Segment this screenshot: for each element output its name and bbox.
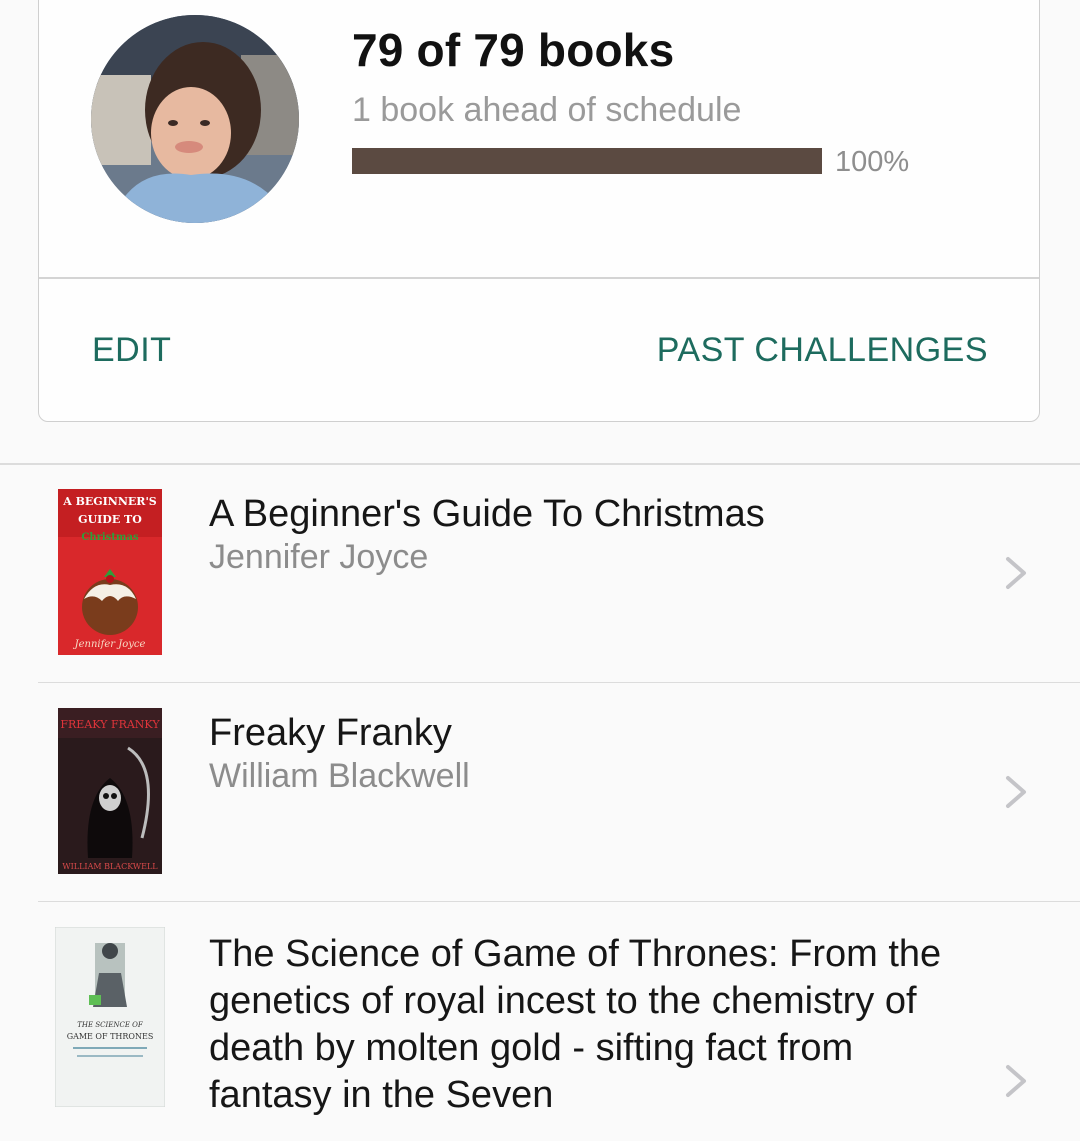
past-challenges-button[interactable]: PAST CHALLENGES xyxy=(657,331,988,370)
progress-bar xyxy=(352,148,822,174)
cover-author: Jennifer Joyce xyxy=(73,639,146,650)
avatar[interactable] xyxy=(91,15,299,223)
chevron-right-icon xyxy=(1002,1061,1030,1101)
book-list-item[interactable]: THE SCIENCE OF GAME OF THRONES The Scien… xyxy=(0,901,1080,1141)
cover-author: WILLIAM BLACKWELL xyxy=(62,862,158,871)
book-title: The Science of Game of Thrones: From the… xyxy=(209,933,942,1116)
chevron-right-icon xyxy=(1002,553,1030,593)
progress-bar-fill xyxy=(352,148,822,174)
cover-title-line-1: THE SCIENCE OF xyxy=(77,1021,144,1029)
book-author: Jennifer Joyce xyxy=(209,538,429,576)
book-list-item[interactable]: FREAKY FRANKY WILLIAM BLACKWELL Freaky F… xyxy=(0,682,1080,902)
cover-title-line-2: GAME OF THRONES xyxy=(67,1032,154,1041)
challenge-progress-count: 79 of 79 books xyxy=(352,24,675,76)
avatar-photo xyxy=(91,15,299,223)
edit-button[interactable]: EDIT xyxy=(92,331,171,370)
book-title: A Beginner's Guide To Christmas xyxy=(209,493,765,535)
card-divider xyxy=(39,277,1039,279)
schedule-status: 1 book ahead of schedule xyxy=(352,91,742,129)
book-list-item[interactable]: A BEGINNER'S GUIDE TO Christmas Jennifer… xyxy=(0,463,1080,683)
book-cover: A BEGINNER'S GUIDE TO Christmas Jennifer… xyxy=(58,489,162,655)
reading-challenge-card: 79 of 79 books 1 book ahead of schedule … xyxy=(38,0,1040,422)
cover-title-line-1: A BEGINNER'S xyxy=(62,495,157,508)
book-cover: THE SCIENCE OF GAME OF THRONES xyxy=(55,927,165,1107)
book-title: Freaky Franky xyxy=(209,712,452,754)
cover-title-line-3: Christmas xyxy=(81,532,139,543)
book-author: William Blackwell xyxy=(209,757,470,795)
cover-title: FREAKY FRANKY xyxy=(60,718,160,731)
chevron-right-icon xyxy=(1002,772,1030,812)
progress-percent: 100% xyxy=(835,146,910,178)
cover-title-line-2: GUIDE TO xyxy=(78,513,142,526)
book-cover: FREAKY FRANKY WILLIAM BLACKWELL xyxy=(58,708,162,874)
